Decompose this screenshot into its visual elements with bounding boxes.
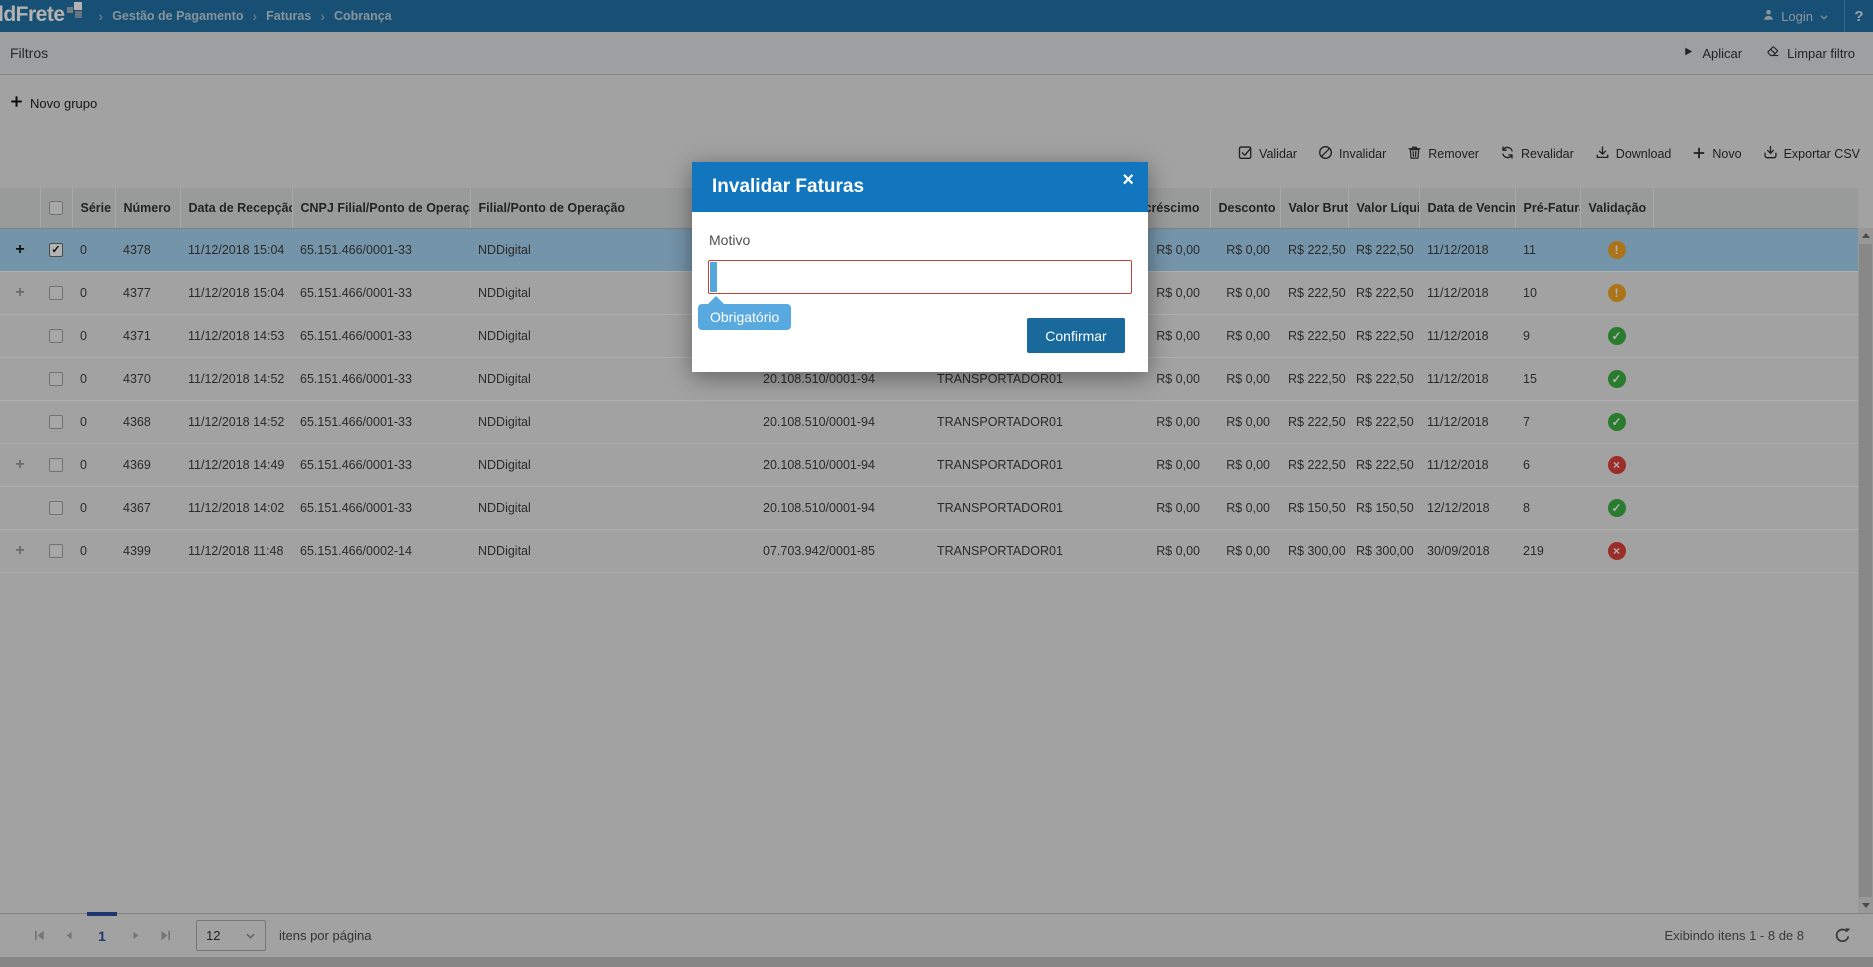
required-tooltip: Obrigatório	[698, 296, 792, 330]
modal-title: Invalidar Faturas	[712, 176, 865, 197]
modal-header: Invalidar Faturas ×	[692, 162, 1148, 212]
motivo-label: Motivo	[709, 232, 751, 248]
motivo-input[interactable]	[708, 260, 1132, 294]
text-caret	[710, 262, 717, 292]
modal-overlay	[0, 0, 1873, 967]
confirm-button[interactable]: Confirmar	[1027, 318, 1125, 353]
invalidate-invoices-modal: Invalidar Faturas × Motivo Obrigatório C…	[692, 162, 1148, 372]
close-icon[interactable]: ×	[1122, 170, 1134, 190]
